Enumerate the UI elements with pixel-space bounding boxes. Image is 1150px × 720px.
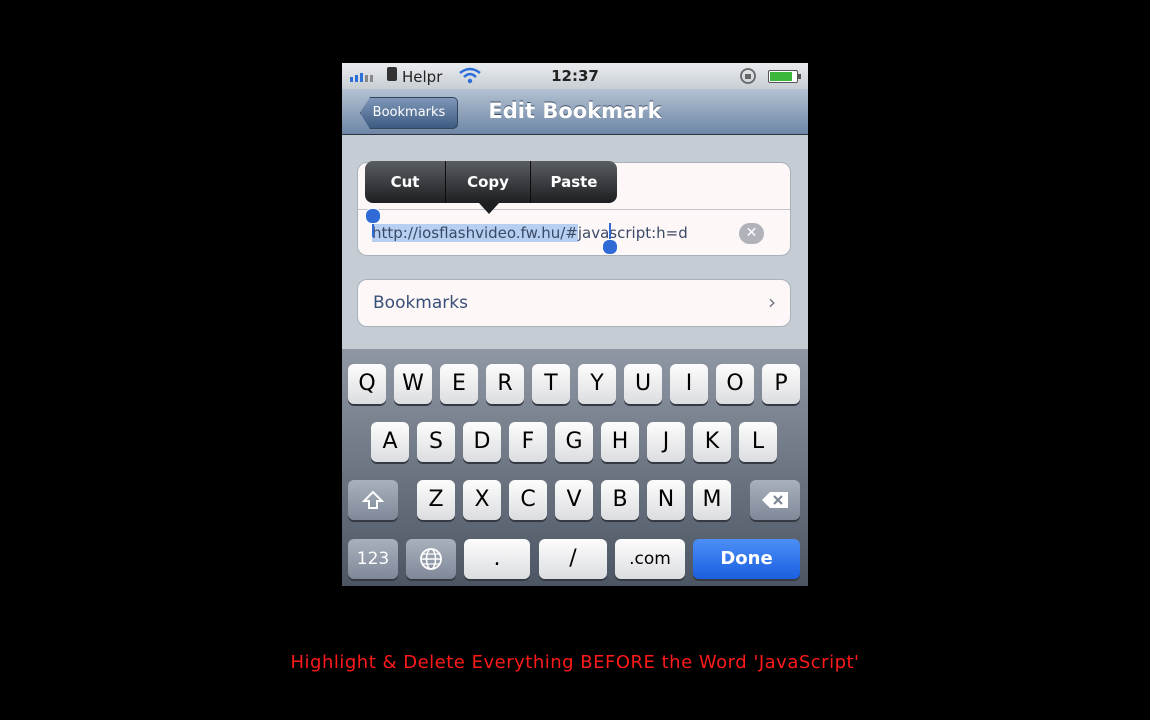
battery-icon (768, 70, 801, 83)
key-s[interactable]: S (417, 422, 455, 462)
key-p[interactable]: P (762, 364, 800, 404)
key-g[interactable]: G (555, 422, 593, 462)
key-o[interactable]: O (716, 364, 754, 404)
copy-button[interactable]: Copy (446, 161, 530, 203)
key-b[interactable]: B (601, 480, 639, 520)
status-bar: Helpr 12:37 (342, 63, 808, 89)
key-n[interactable]: N (647, 480, 685, 520)
key-m[interactable]: M (693, 480, 731, 520)
key-t[interactable]: T (532, 364, 570, 404)
key-d[interactable]: D (463, 422, 501, 462)
instruction-caption: Highlight & Delete Everything BEFORE the… (290, 652, 860, 673)
key-l[interactable]: L (739, 422, 777, 462)
key-e[interactable]: E (440, 364, 478, 404)
key-f[interactable]: F (509, 422, 547, 462)
selection-end-handle[interactable] (602, 239, 618, 255)
rotation-lock-icon (738, 67, 758, 89)
backspace-icon (762, 492, 788, 508)
key-q[interactable]: Q (348, 364, 386, 404)
delete-key[interactable] (750, 480, 800, 520)
edit-menu: Cut Copy Paste (365, 161, 617, 203)
field-divider (358, 209, 790, 210)
done-button[interactable]: Done (693, 539, 800, 579)
slash-key[interactable]: / (539, 539, 607, 579)
key-u[interactable]: U (624, 364, 662, 404)
key-z[interactable]: Z (417, 480, 455, 520)
globe-key[interactable] (406, 539, 456, 579)
key-v[interactable]: V (555, 480, 593, 520)
key-a[interactable]: A (371, 422, 409, 462)
keyboard: Q W E R T Y U I O P A S D F G H J K L Z … (342, 349, 808, 586)
dotcom-key[interactable]: .com (615, 539, 685, 579)
page-title: Edit Bookmark (488, 99, 662, 123)
period-key[interactable]: . (464, 539, 530, 579)
url-remaining-text: javascript:h=d (577, 224, 688, 242)
key-w[interactable]: W (394, 364, 432, 404)
edit-menu-pointer (479, 203, 499, 214)
key-k[interactable]: K (693, 422, 731, 462)
cut-button[interactable]: Cut (365, 161, 445, 203)
chevron-right-icon: › (768, 290, 776, 314)
clear-text-icon[interactable]: ✕ (739, 223, 764, 244)
url-selection: http://iosflashvideo.fw.hu/# (372, 224, 578, 242)
navigation-bar: Bookmarks Edit Bookmark (342, 89, 808, 135)
key-r[interactable]: R (486, 364, 524, 404)
battery-fill (770, 72, 792, 81)
url-field[interactable]: http://iosflashvideo.fw.hu/#javascript:h… (372, 222, 728, 244)
shift-icon (361, 490, 385, 509)
selection-start-handle[interactable] (365, 208, 381, 224)
numbers-key[interactable]: 123 (348, 539, 398, 579)
shift-key[interactable] (348, 480, 398, 520)
key-y[interactable]: Y (578, 364, 616, 404)
key-x[interactable]: X (463, 480, 501, 520)
key-c[interactable]: C (509, 480, 547, 520)
phone-screen: Helpr 12:37 Bookmarks Edit Bookmark http… (342, 63, 808, 586)
paste-button[interactable]: Paste (531, 161, 617, 203)
folder-row-label: Bookmarks (373, 293, 468, 313)
globe-icon (420, 548, 442, 570)
key-j[interactable]: J (647, 422, 685, 462)
key-i[interactable]: I (670, 364, 708, 404)
folder-row[interactable]: Bookmarks › (357, 279, 791, 327)
key-h[interactable]: H (601, 422, 639, 462)
